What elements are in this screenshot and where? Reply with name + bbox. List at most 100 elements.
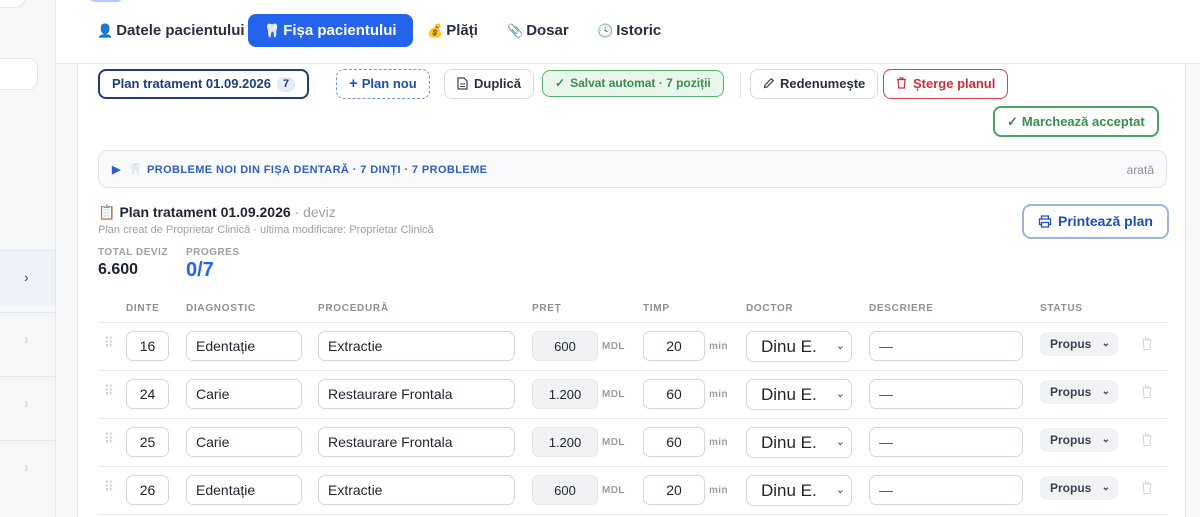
price-input[interactable]: 600 <box>532 475 598 505</box>
diagnosis-input[interactable]: Carie <box>186 379 302 409</box>
tooth-input[interactable]: 24 <box>126 379 169 409</box>
sidebar-item[interactable]: › <box>0 376 55 432</box>
time-input[interactable]: 60 <box>643 379 705 409</box>
diagnosis-input[interactable]: Carie <box>186 427 302 457</box>
price-unit: MDL <box>602 485 625 496</box>
tab-patient-data[interactable]: 👤 Datele pacientului <box>81 14 261 47</box>
status-select[interactable]: Propus ⌄ <box>1040 380 1118 404</box>
doctor-select[interactable]: Dinu E. ⌄ <box>746 331 852 362</box>
trash-icon[interactable] <box>1141 481 1153 495</box>
time-input[interactable]: 60 <box>643 427 705 457</box>
sidebar-item[interactable]: › <box>0 312 55 368</box>
chevron-right-icon: › <box>24 395 29 411</box>
paperclip-icon: 📎 <box>507 23 524 38</box>
plan-count-badge: 7 <box>276 77 296 92</box>
mark-accepted-button[interactable]: ✓ Marchează acceptat <box>993 106 1159 137</box>
sidebar-item[interactable]: › <box>0 440 55 496</box>
drag-handle-icon[interactable]: ⠿ <box>104 479 113 495</box>
trash-icon[interactable] <box>1141 433 1153 447</box>
show-problems-link[interactable]: arată <box>1127 163 1154 177</box>
tab-patient-chart[interactable]: 🦷 Fișa pacientului <box>248 14 413 47</box>
table-row: ⠿ 24 Carie Restaurare Frontala 1.200 MDL 60 min… <box>98 371 1167 419</box>
document-icon <box>457 77 468 90</box>
printer-icon <box>1038 215 1052 228</box>
chevron-down-icon: ⌄ <box>835 388 845 400</box>
progress-label: PROGRES <box>186 247 240 258</box>
tooth-input[interactable]: 16 <box>126 331 169 361</box>
delete-plan-button[interactable]: Șterge planul <box>883 69 1009 99</box>
patient-tabs: 👤 Datele pacientului 🦷 Fișa pacientului 💰 P… <box>56 0 1200 64</box>
procedure-input[interactable]: Extractie <box>318 331 515 361</box>
table-row: ⠿ 25 Carie Restaurare Frontala 1.200 MDL 60 min… <box>98 419 1167 467</box>
procedure-input[interactable]: Extractie <box>318 475 515 505</box>
description-input[interactable]: — <box>869 331 1023 361</box>
col-time: TIMP <box>643 303 670 314</box>
triangle-right-icon: ▶ <box>112 164 121 176</box>
description-input[interactable]: — <box>869 475 1023 505</box>
tab-history[interactable]: 🕓 Istoric <box>581 14 677 47</box>
scrollbar-track[interactable] <box>1186 64 1200 517</box>
user-icon: 👤 <box>97 23 114 38</box>
sidebar-item[interactable]: › <box>0 250 55 306</box>
treatment-plan-card: Plan tratament 01.09.2026 7 + Plan nou Dup… <box>77 64 1186 517</box>
price-input[interactable]: 1.200 <box>532 379 598 409</box>
procedure-input[interactable]: Restaurare Frontala <box>318 427 515 457</box>
print-plan-button[interactable]: Printează plan <box>1022 204 1169 239</box>
plan-selector[interactable]: Plan tratament 01.09.2026 7 <box>98 69 310 99</box>
price-unit: MDL <box>602 389 625 400</box>
doctor-select[interactable]: Dinu E. ⌄ <box>746 427 852 458</box>
new-plan-button[interactable]: + Plan nou <box>336 69 430 99</box>
doctor-select[interactable]: Dinu E. ⌄ <box>746 475 852 506</box>
tooth-input[interactable]: 25 <box>126 427 169 457</box>
time-unit: min <box>709 485 728 496</box>
col-diagnosis: DIAGNOSTIC <box>186 303 256 314</box>
duplicate-button[interactable]: Duplică <box>444 69 534 99</box>
procedure-input[interactable]: Restaurare Frontala <box>318 379 515 409</box>
plus-icon: + <box>349 75 358 92</box>
chevron-down-icon: ⌄ <box>1101 482 1110 493</box>
chevron-down-icon: ⌄ <box>835 436 845 448</box>
description-input[interactable]: — <box>869 427 1023 457</box>
tab-payments[interactable]: 💰 Plăți <box>411 14 494 47</box>
time-input[interactable]: 20 <box>643 475 705 505</box>
col-procedure: PROCEDURĂ <box>318 303 389 314</box>
price-unit: MDL <box>602 437 625 448</box>
diagnosis-input[interactable]: Edentație <box>186 331 302 361</box>
clipboard-icon: 📋 <box>98 204 116 220</box>
tooth-icon: 🦷 <box>264 23 281 38</box>
doctor-select[interactable]: Dinu E. ⌄ <box>746 379 852 410</box>
status-select[interactable]: Propus ⌄ <box>1040 476 1118 500</box>
sidebar-search[interactable] <box>0 58 38 90</box>
chevron-down-icon: ⌄ <box>1101 386 1110 397</box>
drag-handle-icon[interactable]: ⠿ <box>104 431 113 447</box>
total-label: TOTAL DEVIZ <box>98 247 168 258</box>
trash-icon[interactable] <box>1141 337 1153 351</box>
drag-handle-icon[interactable]: ⠿ <box>104 335 113 351</box>
description-input[interactable]: — <box>869 379 1023 409</box>
col-doctor: DOCTOR <box>746 303 794 314</box>
tab-dossier[interactable]: 📎 Dosar <box>491 14 585 47</box>
status-select[interactable]: Propus ⌄ <box>1040 332 1118 356</box>
diagnosis-input[interactable]: Edentație <box>186 475 302 505</box>
chevron-right-icon: › <box>24 269 29 285</box>
trash-icon[interactable] <box>1141 385 1153 399</box>
drag-handle-icon[interactable]: ⠿ <box>104 383 113 399</box>
tooth-input[interactable]: 26 <box>126 475 169 505</box>
clock-icon: 🕓 <box>597 23 614 38</box>
time-input[interactable]: 20 <box>643 331 705 361</box>
status-select[interactable]: Propus ⌄ <box>1040 428 1118 452</box>
new-problems-banner[interactable]: ▶ 🦷 PROBLEME NOI DIN FIȘA DENTARĂ · 7 DINȚ… <box>98 150 1167 188</box>
sidebar: › › › › <box>0 0 56 517</box>
money-bag-icon: 💰 <box>427 23 444 38</box>
chevron-down-icon: ⌄ <box>1101 338 1110 349</box>
rename-button[interactable]: Redenumește <box>750 69 879 99</box>
progress-value: 0/7 <box>186 259 214 281</box>
price-input[interactable]: 1.200 <box>532 427 598 457</box>
chevron-down-icon: ⌄ <box>835 484 845 496</box>
time-unit: min <box>709 341 728 352</box>
price-input[interactable]: 600 <box>532 331 598 361</box>
chevron-down-icon: ⌄ <box>1101 434 1110 445</box>
sidebar-control[interactable] <box>0 0 26 8</box>
chevron-right-icon: › <box>24 459 29 475</box>
total-value: 6.600 <box>98 261 139 278</box>
